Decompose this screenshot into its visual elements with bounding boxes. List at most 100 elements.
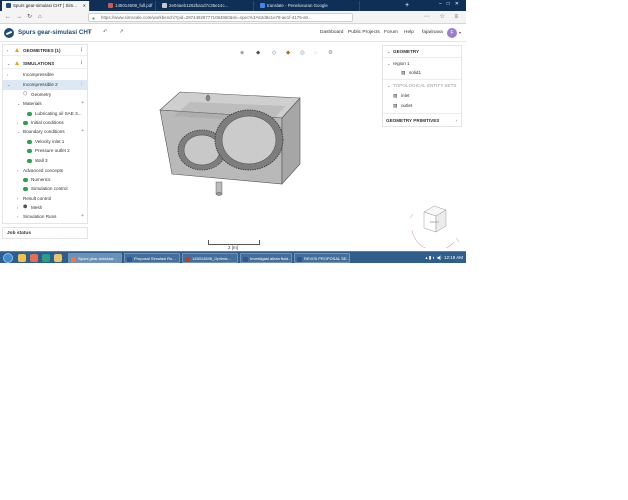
geometry-icon: ⬡ [23,91,28,97]
chevron-down-icon: ⌄ [387,49,391,54]
forum-link[interactable]: Forum [384,30,398,35]
cube-front-label: FRONT [430,220,439,224]
word-icon [243,256,248,262]
more-icon[interactable]: + [81,99,84,109]
tray-icons: ▴ ▮ ◐ ◀) [425,255,444,260]
word-icon [127,256,132,262]
check-icon [27,148,32,153]
forward-icon[interactable]: → [16,13,22,22]
tab-pdf[interactable]: 145014608_full.pdf [104,1,156,11]
google-icon [260,3,265,8]
add-icon[interactable]: + [81,212,84,222]
chrome-icon[interactable] [42,254,50,262]
back-icon[interactable]: ← [5,13,11,22]
divider [383,79,461,80]
job-status-panel[interactable]: Job status [2,227,88,239]
viewport-toolbar: ◈ ◆ ◇ ◆ ◎ ◌ ⚙ [240,50,340,58]
lock-icon: ● [92,16,96,22]
face-set-icon: ▨ [393,103,398,108]
more-icon[interactable]: ⋮ [79,46,84,56]
chevron-down-icon[interactable]: ▾ [459,30,461,35]
settings-icon[interactable]: ⚙ [328,50,333,56]
tree-geometries[interactable]: › GEOMETRIES (1) ⋮ [3,46,87,56]
user-name[interactable]: fajarinava [422,30,443,35]
home-icon[interactable]: ⌂ [38,13,42,22]
window-controls[interactable]: –□✕ [439,1,464,7]
tab-spurs-gear[interactable]: Spurs gear-simulasi CHT | Sim... ✕ [2,1,90,11]
section-icon[interactable]: ◎ [300,50,305,56]
tree-simulation-runs[interactable]: › Simulation Runs + [3,212,87,222]
entity-inlet[interactable]: ▨ inlet [383,91,461,100]
more-icon[interactable]: ⋮ [79,59,84,69]
task-pdf[interactable]: 145014845_Optimiz... [182,253,238,263]
check-icon [27,158,32,163]
orientation-cube[interactable]: FRONT [404,200,464,248]
explorer-icon[interactable] [18,254,26,262]
reload-icon[interactable]: ↻ [27,13,32,22]
close-icon[interactable]: ✕ [83,1,86,11]
tree-simulation-control[interactable]: Simulation control [3,184,87,194]
tree-pressure-outlet[interactable]: Pressure outlet 2 [3,146,87,156]
simscale-icon [6,3,11,8]
firefox-icon [71,256,76,262]
tree-materials[interactable]: ⌄ Materials + [3,99,87,109]
chevron-down-icon: ⌄ [17,129,21,134]
more-icon[interactable]: ⋮ [79,80,84,90]
new-tab-button[interactable]: + [405,1,409,10]
screenshot: Spurs gear-simulasi CHT | Sim... ✕ 145014… [0,0,466,263]
task-word-2[interactable]: Investigasi aliran fluid... [240,253,292,263]
system-tray[interactable]: ▴ ▮ ◐ ◀) 12:19 AM [425,253,463,263]
address-bar[interactable]: ● https://www.simscale.com/workbench/?pid… [88,13,353,22]
folder-icon[interactable] [54,254,62,262]
hide-icon[interactable]: ◌ [314,50,317,56]
header-tool-icons[interactable]: ⌂ ↶ ↗ [88,29,129,35]
document-icon [162,3,167,8]
media-icon[interactable] [30,254,38,262]
task-word-1[interactable]: Proposal Simulasi Ro... [124,253,180,263]
outlet-port [215,181,223,195]
chevron-right-icon: › [17,214,19,219]
tab-document[interactable]: 2e04aeb1262ba1d7c35e14c... [158,1,254,11]
browser-toolbar: ← → ↻ ⌂ ● https://www.simscale.com/workbe… [0,11,466,24]
geometry-header[interactable]: ⌄ GEOMETRY [383,47,461,56]
task-firefox[interactable]: Spurs gear-simulasi... [68,253,122,263]
start-button[interactable] [3,253,13,263]
task-word-3[interactable]: REVISI PROPOSAL SE... [294,253,350,263]
chevron-down-icon: ⌄ [387,83,391,88]
chevron-down-icon: ⌄ [387,61,391,66]
check-icon [23,177,28,182]
browser-menu-icons[interactable]: ⋯ ☆ ≡ [424,13,462,22]
dashboard-link[interactable]: Dashboard [320,30,343,35]
topological-entity-sets-header[interactable]: ⌄ TOPOLOGICAL ENTITY SETS [383,81,461,90]
chevron-right-icon: › [455,118,457,123]
project-title: Spurs gear-simulasi CHT [18,29,92,36]
tab-translate[interactable]: translate - Penelusuran Google [256,1,360,11]
region-1[interactable]: ⌄ region 1 [383,59,461,68]
check-icon [27,139,32,144]
scale-label: 2 [m] [228,245,239,250]
wireframe-icon[interactable]: ◇ [272,50,276,56]
help-menu[interactable]: Help [404,30,414,35]
view-cube-icon[interactable]: ◈ [240,50,244,56]
face-set-icon: ▨ [393,93,398,98]
tree-boundary-conditions[interactable]: ⌄ Boundary conditions + [3,127,87,137]
solid-1[interactable]: ▨ solid1 [383,68,461,77]
public-projects-link[interactable]: Public Projects [348,30,380,35]
tree-incompressible-2[interactable]: ⌄ Incompressible 2 ⋮ [3,80,87,90]
solid-view-icon[interactable]: ◆ [256,50,260,56]
check-icon [23,186,28,191]
gear-model-3d[interactable] [150,88,320,206]
selection-mode-icon[interactable]: ◆ [286,50,290,56]
geometry-primitives-header[interactable]: GEOMETRY PRIMITIVES › [383,116,461,125]
pdf-icon [108,3,113,8]
add-icon[interactable]: + [81,127,84,137]
check-icon [27,111,32,116]
tree-simulations[interactable]: ⌄ SIMULATIONS ⋮ [3,59,87,69]
tree-wall[interactable]: Wall 3 [3,156,87,166]
simscale-logo[interactable] [4,28,14,38]
chevron-right-icon: › [7,48,9,53]
simulation-tree: › GEOMETRIES (1) ⋮ ⌄ SIMULATIONS ⋮ › Inc… [2,44,88,224]
avatar[interactable]: F [447,28,457,38]
entity-outlet[interactable]: ▨ outlet [383,101,461,110]
tree-incompressible[interactable]: › Incompressible [3,70,87,80]
